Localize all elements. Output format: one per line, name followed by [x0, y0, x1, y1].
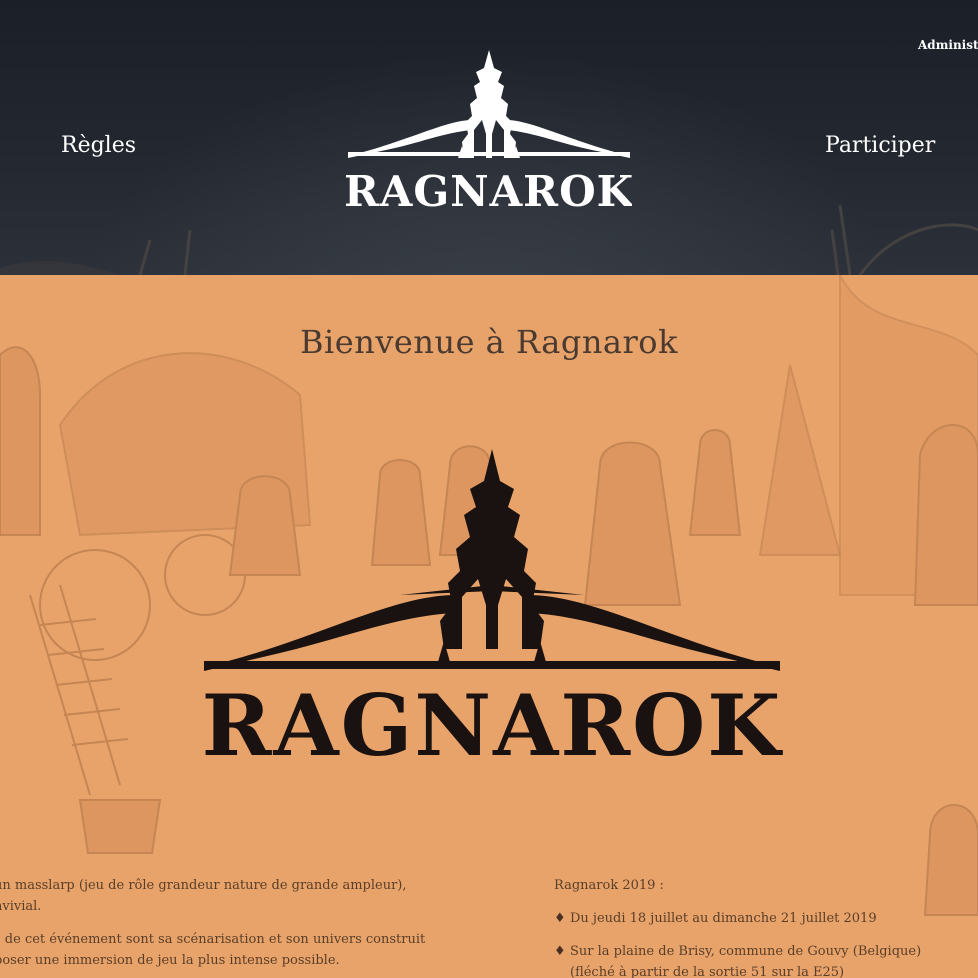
nav-link-participer[interactable]: Participer [825, 133, 935, 158]
event-dates: Du jeudi 18 juillet au dimanche 21 juill… [570, 911, 877, 926]
intro-text: un masslarp (jeu de rôle grandeur nature… [0, 875, 426, 978]
admin-link[interactable]: Administr [918, 38, 978, 52]
main-logo: RAGNAROK [202, 449, 784, 775]
event-directions: (fléché à partir de la sortie 51 sur la … [570, 965, 845, 978]
main-content: Bienvenue à Ragnarok RAGNAROK un masslar… [0, 275, 978, 978]
header-logo-text: RAGNAROK [346, 167, 632, 216]
main-logo-text: RAGNAROK [202, 676, 784, 775]
ragnarok-emblem-icon [348, 50, 630, 158]
intro-paragraph: un masslarp (jeu de rôle grandeur nature… [0, 878, 407, 914]
intro-paragraph: s de cet événement sont sa scénarisation… [0, 932, 426, 968]
page-title: Bienvenue à Ragnarok [300, 323, 678, 361]
event-title: Ragnarok 2019 : [554, 878, 664, 893]
ragnarok-emblem-icon [204, 449, 780, 671]
diamond-bullet-icon: ♦ [554, 911, 566, 926]
diamond-bullet-icon: ♦ [554, 944, 566, 959]
header-logo[interactable]: RAGNAROK [346, 46, 632, 216]
event-info: Ragnarok 2019 : ♦ Du jeudi 18 juillet au… [554, 875, 954, 978]
list-item: ♦ Sur la plaine de Brisy, commune de Gou… [554, 941, 954, 978]
event-location: Sur la plaine de Brisy, commune de Gouvy… [570, 944, 922, 959]
list-item: ♦ Du jeudi 18 juillet au dimanche 21 jui… [554, 908, 954, 929]
nav-link-regles[interactable]: Règles [61, 133, 136, 158]
site-header: Administr Règles Participer RAGNAROK [0, 0, 978, 275]
